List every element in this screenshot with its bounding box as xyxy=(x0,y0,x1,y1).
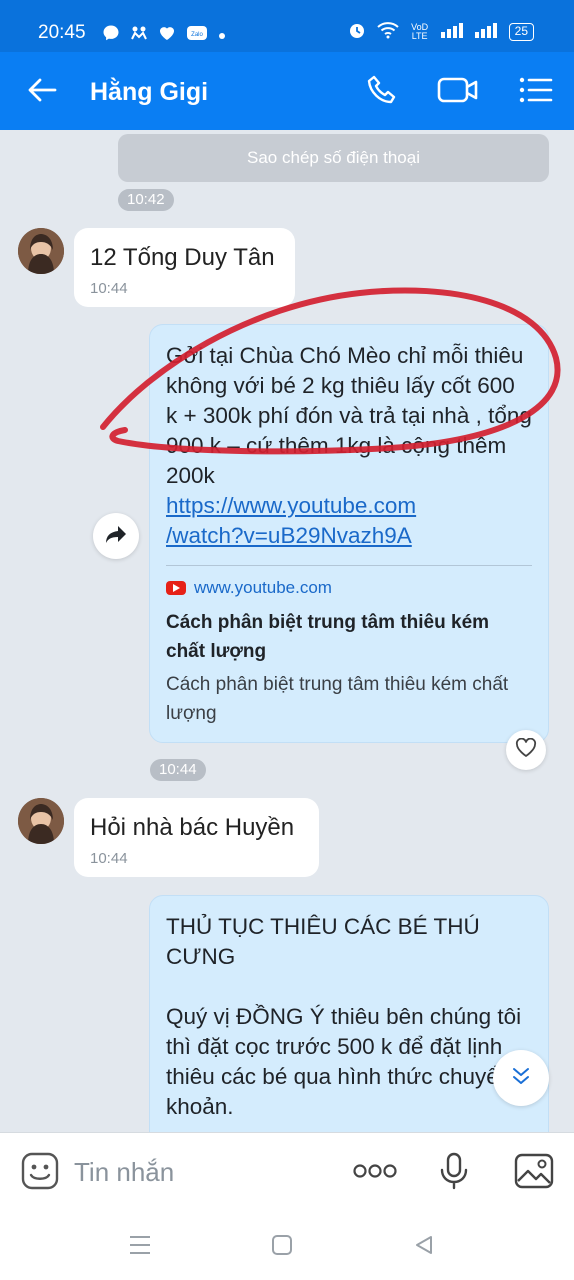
system-status-icons: VoD LTE 25 xyxy=(347,20,534,43)
chat-header: Hằng Gigi xyxy=(0,52,574,130)
youtube-icon xyxy=(166,581,186,595)
home-button[interactable] xyxy=(267,1232,297,1262)
contact-name[interactable]: Hằng Gigi xyxy=(90,78,208,107)
network-label: VoD LTE xyxy=(411,21,429,41)
contact-avatar[interactable] xyxy=(18,228,64,274)
alarm-icon xyxy=(347,20,367,43)
sticker-button[interactable] xyxy=(18,1151,62,1195)
wifi-icon xyxy=(376,21,399,42)
preview-domain-text: www.youtube.com xyxy=(194,578,332,597)
zalo-icon: Zalo xyxy=(186,24,208,47)
message-text: 12 Tống Duy Tân xyxy=(90,244,275,271)
dot-icon xyxy=(218,27,226,45)
message-input[interactable]: Tin nhắn xyxy=(74,1157,174,1188)
signal-icon-2 xyxy=(474,22,499,41)
svg-text:Zalo: Zalo xyxy=(191,32,203,38)
system-back-button[interactable] xyxy=(409,1232,439,1262)
copy-phone-number-action[interactable]: Sao chép số điện thoại xyxy=(118,134,549,182)
react-button[interactable] xyxy=(506,730,546,770)
incoming-message[interactable]: Hỏi nhà bác Huyền 10:44 xyxy=(74,798,319,877)
more-options-button[interactable] xyxy=(350,1151,400,1195)
link-part-1: https://www.youtube.com xyxy=(166,493,417,518)
preview-title: Cách phân biệt trung tâm thiêu kém chất … xyxy=(166,612,490,662)
phone-icon xyxy=(365,73,399,112)
messenger-icon xyxy=(102,24,120,47)
outgoing-message[interactable]: Gởi tại Chùa Chó Mèo chỉ mỗi thiêu không… xyxy=(149,324,549,743)
status-time: 20:45 xyxy=(38,22,86,43)
sticker-icon xyxy=(20,1151,60,1196)
video-camera-icon xyxy=(437,75,479,110)
notification-icons: Zalo xyxy=(102,24,226,47)
square-home-icon xyxy=(271,1234,293,1261)
scroll-to-bottom-button[interactable] xyxy=(493,1050,549,1106)
message-text: Gởi tại Chùa Chó Mèo chỉ mỗi thiêu không… xyxy=(166,343,532,488)
outgoing-message[interactable]: THỦ TỤC THIÊU CÁC BÉ THÚ CƯNG Quý vị ĐỒN… xyxy=(149,895,549,1132)
chevron-down-icon xyxy=(510,1066,532,1091)
voice-message-button[interactable] xyxy=(432,1151,476,1195)
timestamp-divider: 10:42 xyxy=(118,189,174,211)
heart-icon xyxy=(515,737,537,763)
battery-indicator: 25 xyxy=(508,22,534,41)
voice-call-button[interactable] xyxy=(362,72,402,112)
youtube-link[interactable]: https://www.youtube.com /watch?v=uB29Nva… xyxy=(166,491,532,551)
message-title: THỦ TỤC THIÊU CÁC BÉ THÚ CƯNG xyxy=(166,914,480,969)
chat-options-button[interactable] xyxy=(516,72,556,112)
people-icon xyxy=(130,24,148,47)
preview-description: Cách phân biệt trung tâm thiêu kém chất … xyxy=(166,674,509,724)
video-call-button[interactable] xyxy=(437,72,479,112)
menu-lines-icon xyxy=(128,1234,152,1261)
back-arrow-icon xyxy=(27,77,57,108)
signal-icon xyxy=(440,22,465,41)
preview-domain: www.youtube.com xyxy=(166,578,532,598)
message-time: 10:44 xyxy=(90,850,128,867)
image-icon xyxy=(514,1153,554,1194)
forward-button[interactable] xyxy=(93,513,139,559)
message-text: Quý vị ĐỒNG Ý thiêu bên chúng tôi thì đặ… xyxy=(166,1004,522,1119)
timestamp-divider: 10:44 xyxy=(150,759,206,781)
status-bar: 20:45 Zalo VoD LTE 25 xyxy=(0,0,574,52)
send-image-button[interactable] xyxy=(512,1151,556,1195)
share-forward-icon xyxy=(104,524,128,549)
message-text: Hỏi nhà bác Huyền xyxy=(90,814,295,841)
message-composer: Tin nhắn xyxy=(0,1132,574,1214)
list-menu-icon xyxy=(519,76,553,109)
link-preview-card[interactable]: www.youtube.com Cách phân biệt trung tâm… xyxy=(166,578,532,728)
back-button[interactable] xyxy=(22,72,62,112)
triangle-back-icon xyxy=(413,1234,435,1261)
shield-heart-icon xyxy=(158,24,176,47)
preview-divider xyxy=(166,565,532,566)
message-list[interactable]: Sao chép số điện thoại 10:42 12 Tống Duy… xyxy=(0,130,574,1132)
incoming-message[interactable]: 12 Tống Duy Tân 10:44 xyxy=(74,228,295,307)
link-part-2: /watch?v=uB29Nvazh9A xyxy=(166,523,412,548)
microphone-icon xyxy=(439,1151,469,1196)
more-dots-icon xyxy=(352,1163,398,1184)
system-navigation-bar xyxy=(0,1214,574,1280)
recent-apps-button[interactable] xyxy=(125,1232,155,1262)
contact-avatar[interactable] xyxy=(18,798,64,844)
message-time: 10:44 xyxy=(90,280,128,297)
